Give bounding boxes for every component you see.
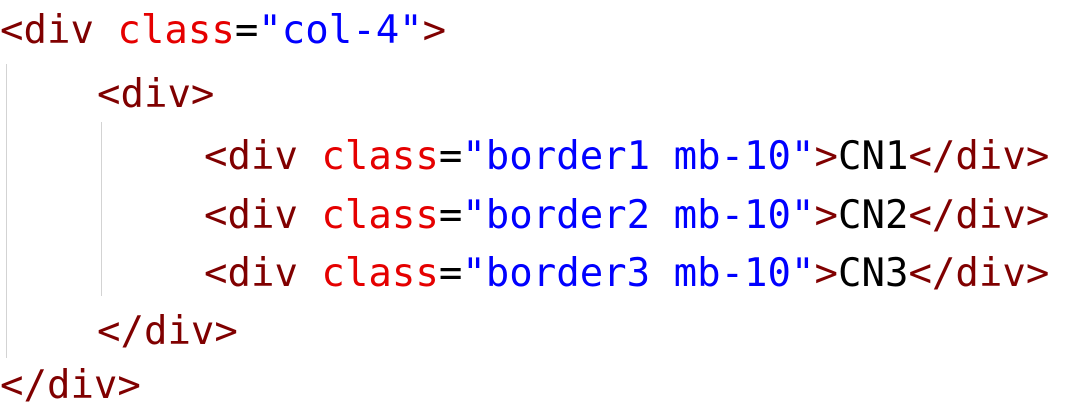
- tag-close: >: [814, 193, 838, 238]
- code-line: <div class="col-4">: [0, 0, 446, 62]
- attribute-name: class: [321, 251, 439, 296]
- attribute-name: class: [321, 134, 439, 179]
- tag-open: <div: [204, 134, 298, 179]
- code-line: <div class="border2 mb-10">CN2</div>: [0, 185, 1049, 247]
- tag-close: >: [422, 8, 447, 53]
- attribute-value: "border2 mb-10": [462, 193, 815, 238]
- tag-end: </div>: [908, 193, 1050, 238]
- equals-sign: =: [438, 193, 463, 238]
- code-line: <div class="border1 mb-10">CN1</div>: [0, 126, 1049, 188]
- attribute-value: "col-4": [258, 8, 423, 53]
- tag-close: >: [814, 251, 838, 296]
- element-text: CN2: [837, 193, 909, 238]
- equals-sign: =: [438, 134, 463, 179]
- attribute-name: class: [321, 193, 439, 238]
- code-line: <div class="border3 mb-10">CN3</div>: [0, 243, 1049, 305]
- element-text: CN1: [837, 134, 909, 179]
- equals-sign: =: [438, 251, 463, 296]
- attribute-name: class: [117, 8, 235, 53]
- tag-end: </div>: [0, 363, 141, 408]
- element-text: CN3: [837, 251, 909, 296]
- tag-open: <div>: [97, 72, 215, 117]
- code-editor[interactable]: <div class="col-4"> <div> <div class="bo…: [0, 0, 1083, 416]
- code-line: <div>: [0, 64, 214, 126]
- tag-end: </div>: [97, 309, 238, 354]
- code-line: </div>: [0, 355, 141, 417]
- equals-sign: =: [234, 8, 259, 53]
- attribute-value: "border3 mb-10": [462, 251, 815, 296]
- tag-end: </div>: [908, 134, 1050, 179]
- tag-open: <div: [204, 251, 298, 296]
- code-line: </div>: [0, 301, 238, 363]
- attribute-value: "border1 mb-10": [462, 134, 815, 179]
- tag-end: </div>: [908, 251, 1050, 296]
- tag-open: <div: [0, 8, 94, 53]
- tag-close: >: [814, 134, 838, 179]
- tag-open: <div: [204, 193, 298, 238]
